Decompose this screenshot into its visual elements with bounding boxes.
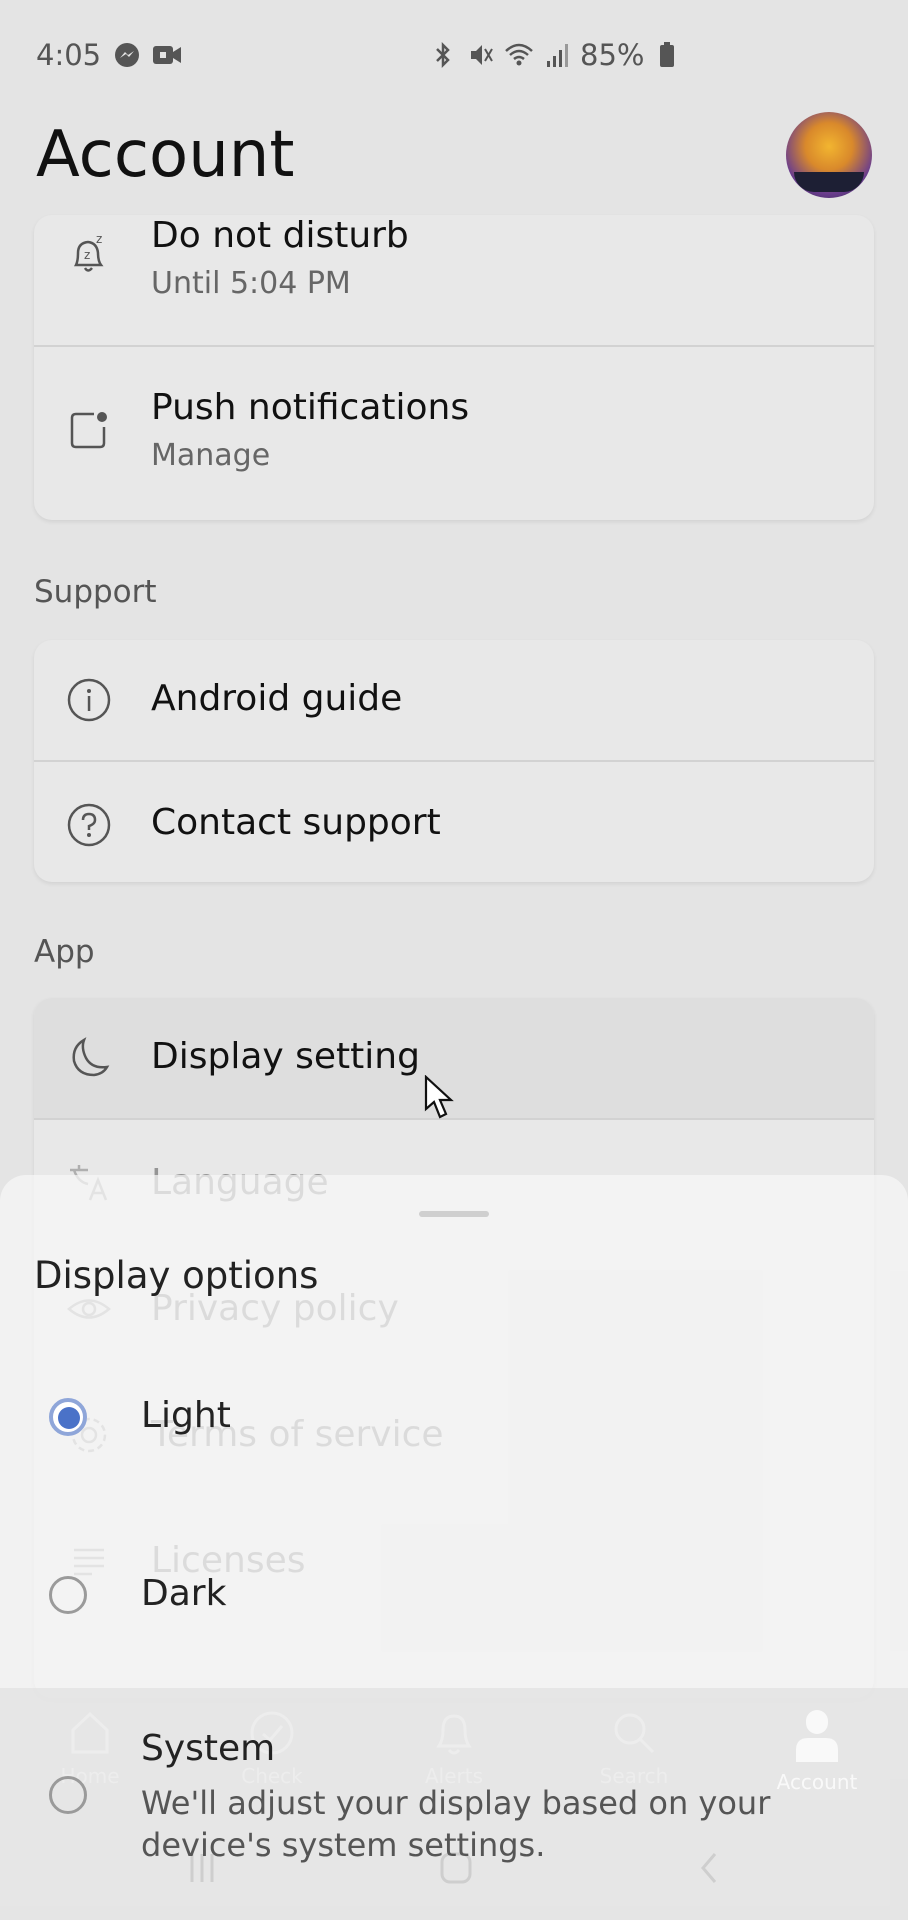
battery-icon xyxy=(652,40,682,70)
svg-text:z: z xyxy=(96,233,102,246)
help-icon xyxy=(66,802,112,848)
contact-support-label: Contact support xyxy=(151,802,441,843)
messenger-icon xyxy=(112,40,142,70)
dark-radio[interactable] xyxy=(49,1576,87,1614)
support-card: Android guide Contact support xyxy=(34,640,874,882)
sheet-title: Display options xyxy=(34,1254,319,1297)
mouse-cursor-icon xyxy=(424,1075,454,1119)
push-notifications-row[interactable]: Push notifications Manage xyxy=(34,347,874,520)
push-notifications-label: Push notifications xyxy=(151,387,470,428)
signal-icon xyxy=(542,40,572,70)
light-option-label[interactable]: Light xyxy=(141,1395,231,1436)
svg-text:z: z xyxy=(84,248,90,262)
video-camera-icon xyxy=(152,40,182,70)
dark-option-label[interactable]: Dark xyxy=(141,1573,226,1614)
battery-percent: 85% xyxy=(580,38,645,72)
android-guide-row[interactable]: Android guide xyxy=(34,640,874,760)
system-option-label[interactable]: System xyxy=(141,1728,275,1769)
status-time: 4:05 xyxy=(36,38,102,72)
do-not-disturb-label: Do not disturb xyxy=(151,215,409,256)
support-heading: Support xyxy=(34,574,157,610)
do-not-disturb-row[interactable]: zz Do not disturb Until 5:04 PM xyxy=(34,215,874,345)
vibrate-mute-icon xyxy=(466,40,496,70)
contact-support-row[interactable]: Contact support xyxy=(34,762,874,882)
android-guide-label: Android guide xyxy=(151,678,403,719)
bluetooth-icon xyxy=(428,40,458,70)
do-not-disturb-bell-icon: zz xyxy=(66,233,112,279)
wifi-icon xyxy=(504,40,534,70)
display-setting-label: Display setting xyxy=(151,1036,420,1077)
sheet-drag-handle[interactable] xyxy=(419,1211,489,1217)
app-heading: App xyxy=(34,934,95,970)
do-not-disturb-sublabel: Until 5:04 PM xyxy=(151,266,351,301)
moon-icon xyxy=(66,1035,112,1081)
avatar[interactable] xyxy=(786,112,872,198)
push-notification-icon xyxy=(66,407,112,453)
system-option-description: We'll adjust your display based on your … xyxy=(141,1784,771,1864)
info-icon xyxy=(66,677,112,723)
page-title: Account xyxy=(36,118,295,192)
status-bar: 4:05 85% xyxy=(0,0,908,110)
system-radio[interactable] xyxy=(49,1776,87,1814)
push-notifications-sublabel: Manage xyxy=(151,438,271,473)
notifications-card: zz Do not disturb Until 5:04 PM Push not… xyxy=(34,215,874,520)
light-radio[interactable] xyxy=(49,1398,87,1436)
